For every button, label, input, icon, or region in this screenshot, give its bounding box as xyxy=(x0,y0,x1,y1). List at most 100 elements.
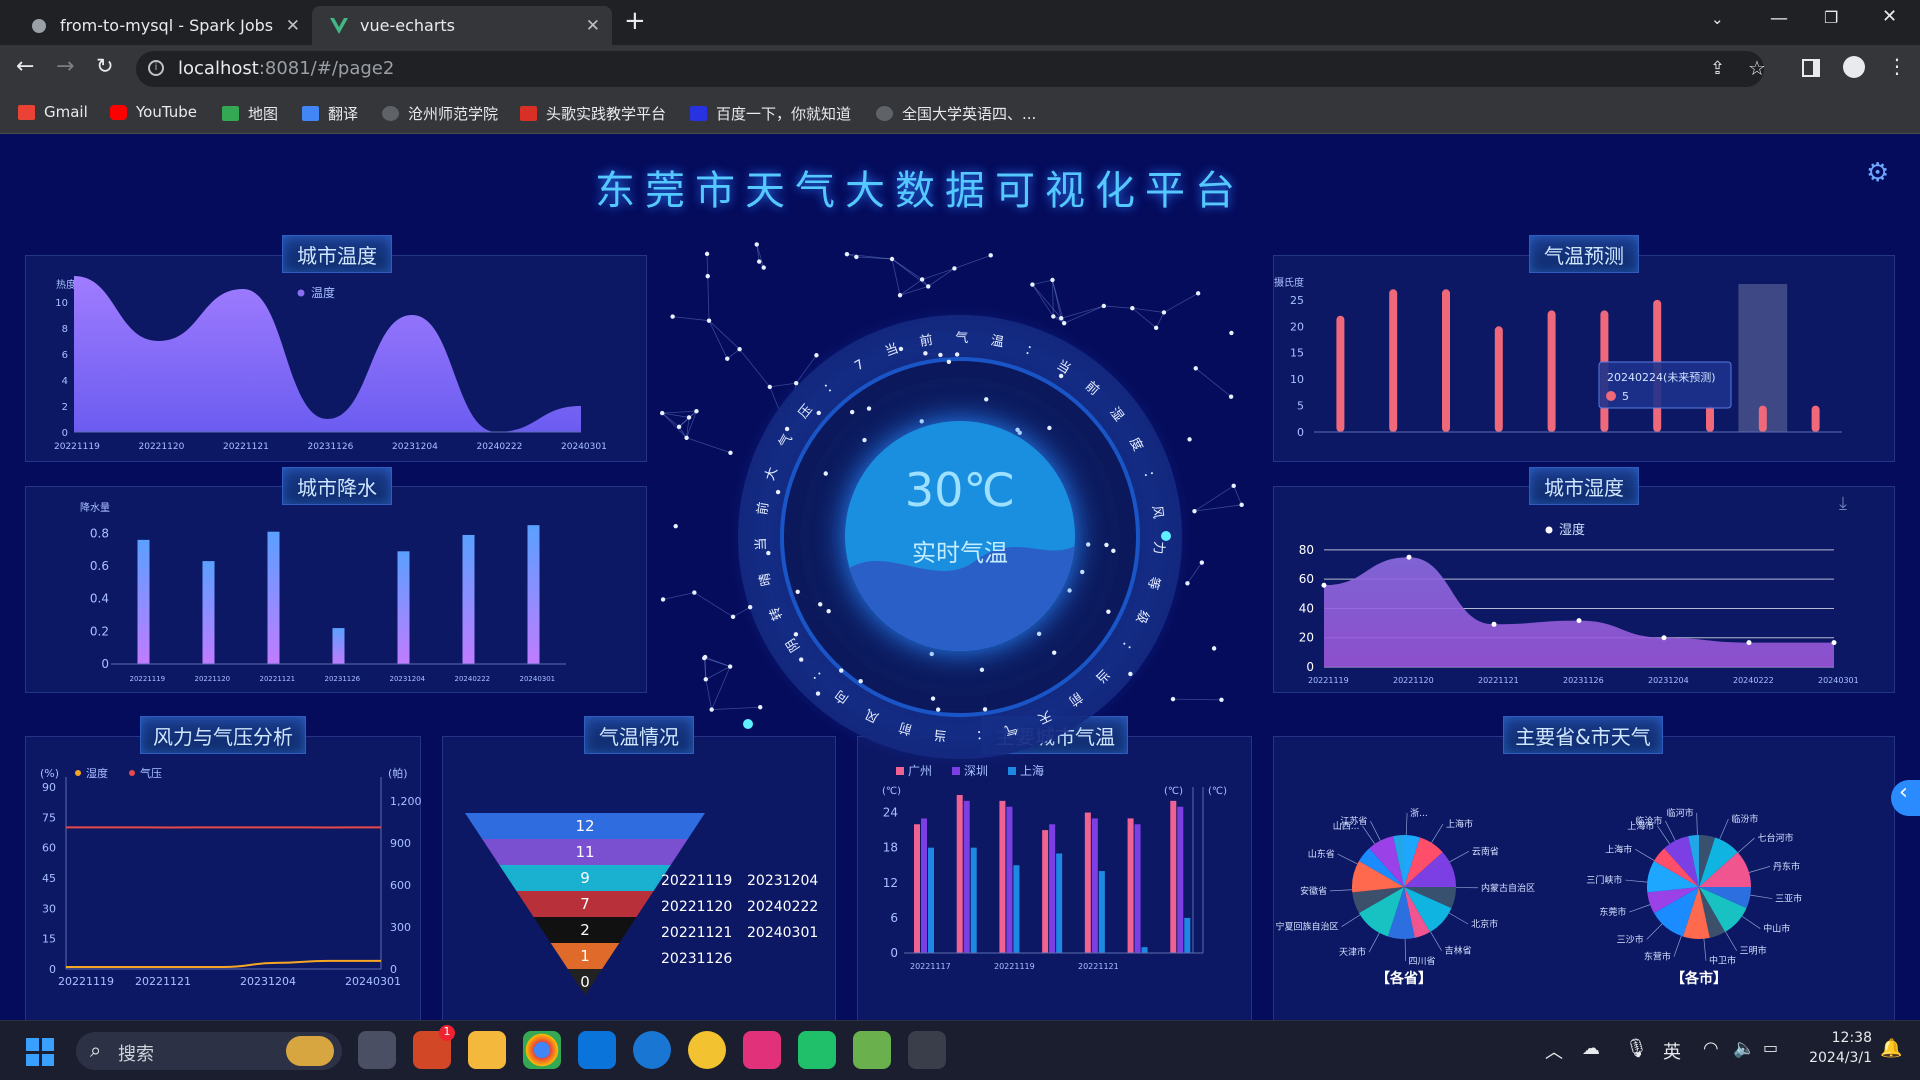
close-tab-icon[interactable]: ✕ xyxy=(586,16,600,36)
tooltip-marker xyxy=(1606,391,1616,401)
input-language[interactable]: 英 xyxy=(1663,1038,1681,1064)
forecast-bar xyxy=(1494,326,1503,432)
office-app-icon[interactable]: 1 xyxy=(413,1025,455,1069)
microphone-icon[interactable]: 🎙 xyxy=(1625,1038,1648,1059)
wechat-tray-icon[interactable]: ☁ xyxy=(1582,1038,1600,1059)
network-node xyxy=(1161,310,1167,315)
close-tab-icon[interactable]: ✕ xyxy=(286,16,300,36)
settings-gear-icon[interactable]: ⚙ xyxy=(1866,158,1889,188)
humidity-point xyxy=(1576,618,1582,624)
restore-icon[interactable]: ❐ xyxy=(1824,8,1838,27)
network-node xyxy=(1085,542,1091,547)
network-node xyxy=(854,254,859,260)
bookmark-touge[interactable]: 头歌实践教学平台 xyxy=(520,103,666,124)
editor-app-icon[interactable] xyxy=(853,1031,891,1069)
network-node xyxy=(1058,316,1064,321)
pie-title: 【各省】 xyxy=(1376,970,1432,987)
network-node xyxy=(919,277,925,282)
file-explorer-icon[interactable] xyxy=(468,1031,506,1069)
pie-label-line xyxy=(1737,837,1755,853)
dial-ring-char: ： xyxy=(969,727,983,743)
pie-label: 临河市 xyxy=(1667,807,1694,819)
store-app-icon[interactable] xyxy=(578,1031,616,1069)
panel-title-forecast: 气温预测 xyxy=(1529,235,1639,273)
forecast-bar xyxy=(1758,405,1767,432)
terminal-icon[interactable] xyxy=(908,1031,946,1069)
x-tick-label: 20240222 xyxy=(1733,676,1774,685)
minimize-icon[interactable]: — xyxy=(1770,8,1788,29)
tray-chevron-icon[interactable]: ︿ xyxy=(1545,1038,1563,1064)
side-panel-icon[interactable] xyxy=(1802,59,1820,77)
share-icon[interactable]: ⇪ xyxy=(1710,58,1725,79)
bookmark-youtube[interactable]: YouTube xyxy=(110,103,197,121)
network-edge xyxy=(922,268,955,280)
reload-icon[interactable]: ↻ xyxy=(96,54,114,78)
realtime-temp-orb: 30℃ 实时气温 xyxy=(845,421,1075,651)
pycharm-icon[interactable] xyxy=(798,1031,836,1069)
x-tick-label: 20231204 xyxy=(240,975,296,988)
site-info-icon[interactable]: i xyxy=(148,60,164,76)
network-edge xyxy=(1173,698,1222,701)
y-tick-label: 2 xyxy=(62,402,68,413)
back-icon[interactable]: ← xyxy=(16,54,34,79)
bookmark-baidu[interactable]: 百度一下，你就知道 xyxy=(690,103,851,124)
notification-bell-icon[interactable]: 🔔 xyxy=(1880,1038,1902,1059)
bookmark-gmail[interactable]: Gmail xyxy=(18,103,88,121)
volume-icon[interactable]: 🔈 xyxy=(1733,1038,1755,1059)
wifi-icon[interactable]: ◠ xyxy=(1703,1038,1719,1059)
close-window-icon[interactable]: ✕ xyxy=(1882,6,1897,27)
network-node xyxy=(1211,646,1217,651)
bookmark-cet[interactable]: 全国大学英语四、... xyxy=(876,103,1036,124)
new-tab-icon[interactable]: + xyxy=(624,6,646,36)
battery-icon[interactable]: ▭ xyxy=(1763,1038,1778,1057)
bookmark-maps[interactable]: 地图 xyxy=(222,103,278,124)
address-bar[interactable]: i localhost:8081/#/page2 ⇪ ☆ xyxy=(136,51,1766,87)
bookmark-cangzhou[interactable]: 沧州师范学院 xyxy=(382,103,498,124)
tab-vue-echarts[interactable]: vue-echarts ✕ xyxy=(312,6,612,45)
network-edge xyxy=(1195,367,1232,398)
y-tick-label-right: 600 xyxy=(390,879,411,892)
collapse-side-button[interactable]: ‹ xyxy=(1891,780,1920,816)
menu-dots-icon[interactable]: ⋮ xyxy=(1887,54,1907,78)
dial-ring-char: 气 xyxy=(955,330,968,346)
task-view-icon[interactable] xyxy=(358,1031,396,1069)
network-edge xyxy=(662,410,697,414)
forward-icon[interactable]: → xyxy=(56,54,74,79)
network-node xyxy=(952,266,957,271)
clock-time[interactable]: 12:38 xyxy=(1806,1030,1872,1046)
panel-city-temp: 热度 温度 0 2 4 6 8 10 20221119 20221120 20221121 20231… xyxy=(25,255,647,462)
network-node xyxy=(926,284,931,289)
chrome-icon[interactable] xyxy=(523,1031,561,1069)
dial-ring-char: 力 xyxy=(1150,541,1166,555)
chat-app-icon[interactable] xyxy=(688,1031,726,1069)
profile-icon[interactable] xyxy=(1843,56,1865,78)
download-icon[interactable]: ⤓ xyxy=(1839,493,1847,514)
search-icon: ⌕ xyxy=(90,1038,102,1062)
network-node xyxy=(737,347,742,352)
tab-search-icon[interactable]: ⌄ xyxy=(1711,10,1724,28)
network-node xyxy=(767,384,773,390)
dial-marker xyxy=(1161,531,1171,541)
tab-spark-jobs[interactable]: from-to-mysql - Spark Jobs ✕ xyxy=(12,6,312,45)
edge-like-icon[interactable] xyxy=(633,1031,671,1069)
pie-label: 三亚市 xyxy=(1775,893,1802,905)
y-tick-label: 10 xyxy=(55,298,68,309)
bookmark-translate[interactable]: 翻译 xyxy=(302,103,358,124)
x-tick-label: 20231126 xyxy=(1563,676,1604,685)
network-node xyxy=(988,253,993,258)
x-tick-label: 20231126 xyxy=(308,442,354,452)
dashboard-page: 东莞市天气大数据可视化平台 ⚙ 热度 温度 0 2 4 6 8 10 20221119 20221… xyxy=(0,134,1920,1020)
x-tick-label: 20221119 xyxy=(130,675,166,683)
start-button[interactable] xyxy=(26,1038,54,1066)
bookmark-star-icon[interactable]: ☆ xyxy=(1748,56,1766,80)
intellij-icon[interactable] xyxy=(743,1031,781,1069)
taskbar-search[interactable]: ⌕ 搜索 xyxy=(76,1032,342,1070)
x-tick-label: 20231204 xyxy=(390,675,426,683)
clock-date[interactable]: 2024/3/1 xyxy=(1800,1050,1872,1066)
dial-ring-char: 当 xyxy=(754,537,769,551)
network-node xyxy=(709,707,714,712)
network-edge xyxy=(1032,279,1053,285)
network-edge xyxy=(891,258,923,280)
y-tick-label-right: 900 xyxy=(390,837,411,850)
x-tick-label: 20240222 xyxy=(455,675,491,683)
